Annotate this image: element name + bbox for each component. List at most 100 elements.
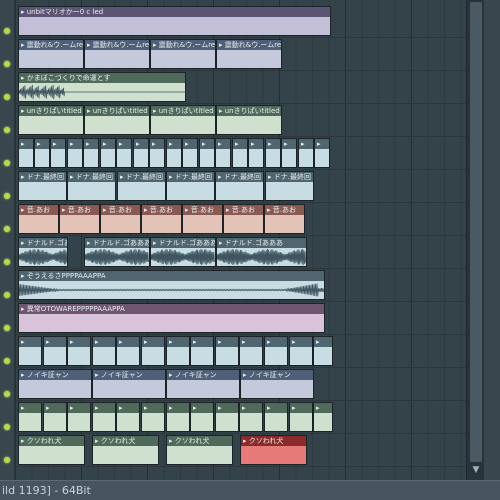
playlist-clip[interactable]: ▸ unきりぱいtitled	[84, 105, 150, 135]
playlist-clip[interactable]: ▸	[166, 138, 182, 168]
playlist-clip[interactable]: ▸ 震動れ&ウ.ームre	[150, 39, 216, 69]
track-mute-led[interactable]	[4, 127, 10, 133]
playlist-clip[interactable]: ▸	[67, 138, 83, 168]
playlist-clip[interactable]: ▸ ドナ.最終回	[67, 171, 116, 201]
vertical-scrollbar[interactable]: ▼	[466, 0, 484, 480]
playlist-clip[interactable]: ▸ ノイキ証ャン	[18, 369, 92, 399]
track-mute-led[interactable]	[4, 160, 10, 166]
playlist-clip[interactable]: ▸	[18, 138, 34, 168]
playlist-clip[interactable]: ▸	[67, 336, 91, 366]
playlist-clip[interactable]: ▸	[116, 336, 140, 366]
playlist-clip[interactable]: ▸	[141, 402, 165, 432]
playlist-clip[interactable]: ▸ ドナルド.ゴあああ	[18, 237, 68, 267]
playlist-clip[interactable]: ▸	[215, 138, 231, 168]
playlist-clip[interactable]: ▸	[232, 138, 248, 168]
playlist-clip[interactable]: ▸	[298, 138, 314, 168]
playlist-clip[interactable]: ▸	[182, 138, 198, 168]
playlist-clip[interactable]: ▸	[133, 138, 149, 168]
clip-label: ▸ クソわれ犬	[19, 436, 84, 446]
playlist-clip[interactable]: ▸ 震動れ&ウ.ームre	[216, 39, 282, 69]
playlist-clip[interactable]: ▸ 音.あお	[141, 204, 182, 234]
triangle-down-icon[interactable]: ▼	[470, 464, 482, 476]
playlist-clip[interactable]: ▸ ドナルド.ゴあああ	[150, 237, 216, 267]
playlist-clip[interactable]: ▸ 音.あお	[182, 204, 223, 234]
playlist-clip[interactable]: ▸	[67, 402, 91, 432]
playlist-clip[interactable]: ▸	[313, 336, 333, 366]
playlist-clip[interactable]: ▸ ぞうえるさPPPPAAAPPA	[18, 270, 325, 300]
playlist-clip[interactable]: ▸ ノイキ証ャン	[166, 369, 240, 399]
track-mute-led[interactable]	[4, 325, 10, 331]
playlist-clip[interactable]: ▸	[100, 138, 116, 168]
playlist-clip[interactable]: ▸	[264, 336, 288, 366]
playlist-clip[interactable]: ▸ ドナ.最終回	[166, 171, 215, 201]
playlist-clip[interactable]: ▸ 音.あお	[223, 204, 264, 234]
playlist-clip[interactable]: ▸	[141, 336, 165, 366]
playlist-clip[interactable]: ▸	[149, 138, 165, 168]
playlist-clip[interactable]: ▸	[215, 336, 239, 366]
playlist-clip[interactable]: ▸ ドナ.最終回	[265, 171, 314, 201]
playlist-clip[interactable]: ▸ ノイキ証ャン	[240, 369, 314, 399]
playlist-clip[interactable]: ▸	[190, 402, 214, 432]
playlist-clip[interactable]: ▸ クソわれ犬	[166, 435, 233, 465]
playlist-clip[interactable]: ▸ ドナルド.ゴあああ	[84, 237, 150, 267]
playlist-clip[interactable]: ▸	[92, 336, 116, 366]
playlist-clip[interactable]: ▸	[43, 402, 67, 432]
playlist-clip[interactable]: ▸ unきりぱいtitled	[18, 105, 84, 135]
playlist-clip[interactable]: ▸ クソわれ犬	[92, 435, 159, 465]
playlist-clip[interactable]: ▸ 音.あお	[18, 204, 59, 234]
playlist-clip[interactable]: ▸ 音.あお	[59, 204, 100, 234]
track-mute-led[interactable]	[4, 424, 10, 430]
playlist-clip[interactable]: ▸ 震動れ&ウ.ームre	[84, 39, 150, 69]
playlist-clip[interactable]: ▸ 音.あお	[100, 204, 141, 234]
playlist-clip[interactable]: ▸	[83, 138, 99, 168]
playlist-clip[interactable]: ▸ クソわれ犬	[240, 435, 307, 465]
playlist-clip[interactable]: ▸ unきりぱいtitled	[216, 105, 282, 135]
playlist-clip[interactable]: ▸ ドナ.最終回	[215, 171, 264, 201]
playlist-clip[interactable]: ▸	[92, 402, 116, 432]
playlist-clip[interactable]: ▸	[166, 336, 190, 366]
playlist-clip[interactable]: ▸	[18, 402, 42, 432]
track-mute-led[interactable]	[4, 193, 10, 199]
playlist-clip[interactable]: ▸ かまぼこづくりで命運とす	[18, 72, 186, 102]
playlist-clip[interactable]: ▸ 音.あお	[264, 204, 305, 234]
track-mute-led[interactable]	[4, 259, 10, 265]
playlist-clip[interactable]: ▸ ノイキ証ャン	[92, 369, 166, 399]
track-mute-led[interactable]	[4, 391, 10, 397]
playlist-clip[interactable]: ▸	[116, 138, 132, 168]
track-mute-led[interactable]	[4, 292, 10, 298]
playlist-clip[interactable]: ▸	[239, 336, 263, 366]
playlist-clip[interactable]: ▸	[190, 336, 214, 366]
playlist-clip[interactable]: ▸ 異常OTOWAREPPPPPAAAPPA	[18, 303, 325, 333]
playlist-clip[interactable]: ▸	[43, 336, 67, 366]
playlist-clip[interactable]: ▸	[281, 138, 297, 168]
track-mute-led[interactable]	[4, 358, 10, 364]
playlist-clip[interactable]: ▸ unbitマリオかー0 c led	[18, 6, 331, 36]
playlist-clip[interactable]: ▸	[199, 138, 215, 168]
playlist-clip[interactable]: ▸	[314, 138, 330, 168]
track-mute-led[interactable]	[4, 28, 10, 34]
vertical-scrollbar-thumb[interactable]	[470, 2, 482, 462]
playlist-clip[interactable]: ▸	[166, 402, 190, 432]
playlist-clip[interactable]: ▸	[34, 138, 50, 168]
playlist-clip[interactable]: ▸	[239, 402, 263, 432]
playlist-clip[interactable]: ▸ クソわれ犬	[18, 435, 85, 465]
playlist-clip[interactable]: ▸	[50, 138, 66, 168]
track-mute-led[interactable]	[4, 61, 10, 67]
playlist-clip[interactable]: ▸	[289, 336, 313, 366]
playlist-clip[interactable]: ▸ ドナ.最終回	[18, 171, 67, 201]
track-mute-led[interactable]	[4, 94, 10, 100]
playlist-clip[interactable]: ▸	[248, 138, 264, 168]
track-mute-led[interactable]	[4, 226, 10, 232]
playlist-clip[interactable]: ▸	[18, 336, 42, 366]
playlist-clip[interactable]: ▸	[264, 402, 288, 432]
playlist-clip[interactable]: ▸	[313, 402, 333, 432]
playlist-clip[interactable]: ▸	[116, 402, 140, 432]
playlist-clip[interactable]: ▸	[215, 402, 239, 432]
playlist-clip[interactable]: ▸ unきりぱいtitled	[150, 105, 216, 135]
playlist-clip[interactable]: ▸ ドナルド.ゴあああ	[216, 237, 307, 267]
playlist-clip[interactable]: ▸ ドナ.最終回	[117, 171, 166, 201]
playlist-clip[interactable]: ▸	[265, 138, 281, 168]
track-mute-led[interactable]	[4, 457, 10, 463]
playlist-clip[interactable]: ▸ 震動れ&ウ.ームre	[18, 39, 84, 69]
playlist-clip[interactable]: ▸	[289, 402, 313, 432]
